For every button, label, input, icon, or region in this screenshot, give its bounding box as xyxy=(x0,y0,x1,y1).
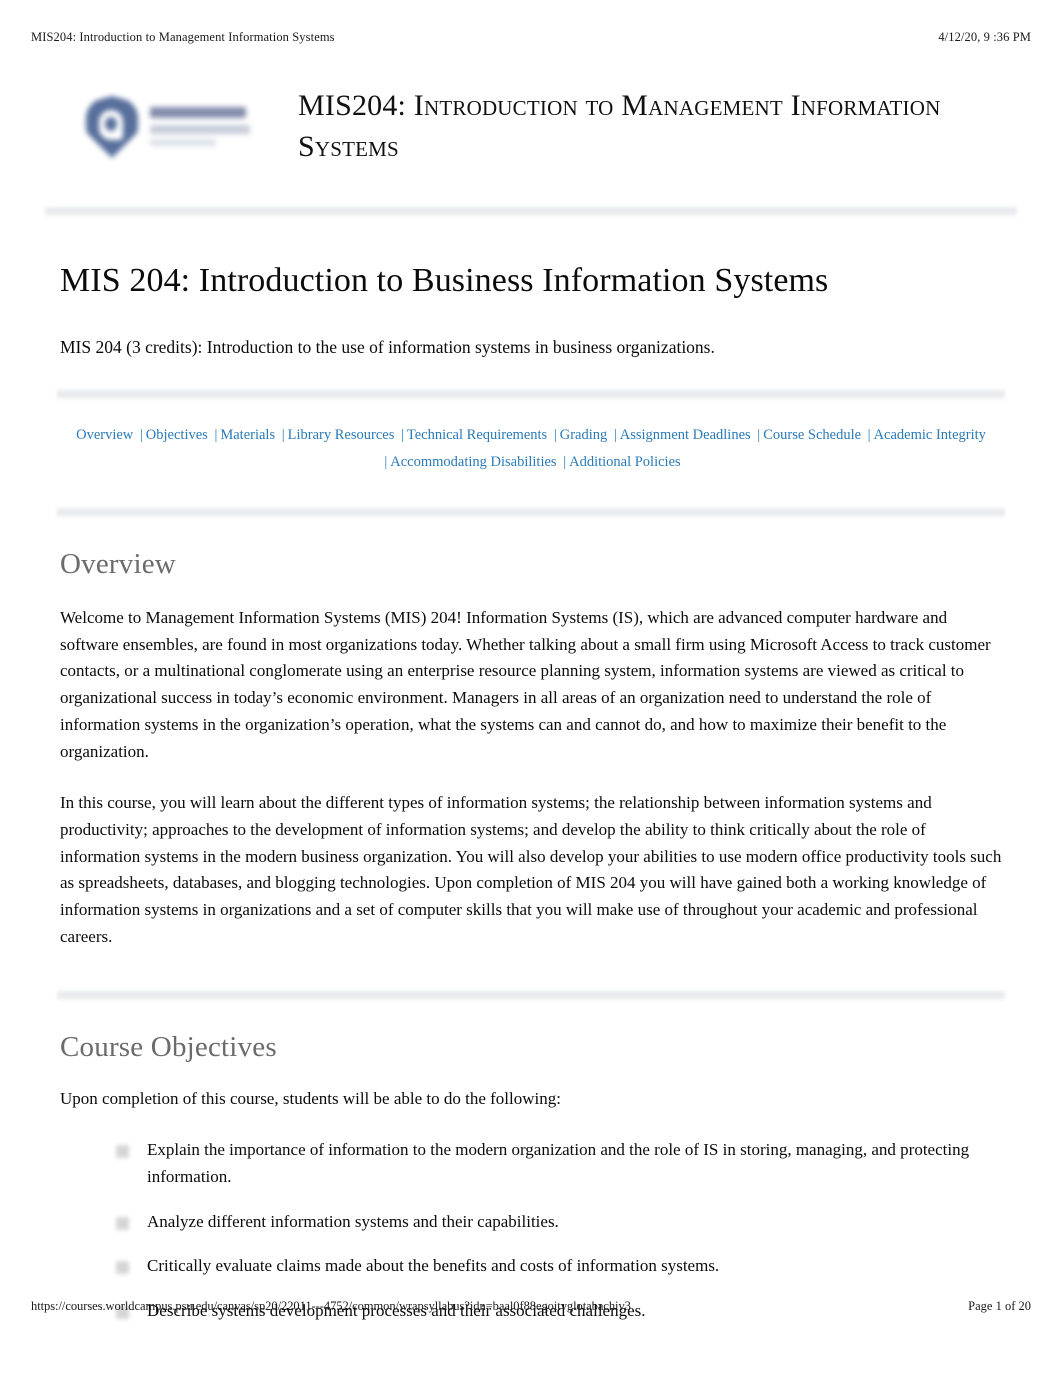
list-item: Analyze different information systems an… xyxy=(116,1209,1002,1236)
nav-separator: | xyxy=(613,427,617,444)
objectives-heading: Course Objectives xyxy=(60,1030,277,1063)
print-footer-page-number: Page 1 of 20 xyxy=(968,1298,1031,1313)
print-header: MIS204: Introduction to Management Infor… xyxy=(31,28,1031,46)
list-item-label: Analyze different information systems an… xyxy=(147,1211,559,1231)
list-item: Critically evaluate claims made about th… xyxy=(116,1253,1002,1280)
masthead-title: MIS204: Introduction to Management Infor… xyxy=(298,89,941,164)
nav-link-course-schedule[interactable]: Course Schedule xyxy=(763,427,861,443)
divider-rule-4 xyxy=(57,988,1005,1001)
page-title: MIS 204: Introduction to Business Inform… xyxy=(60,262,829,299)
nav-separator: | xyxy=(139,427,143,444)
nav-link-assignment-deadlines[interactable]: Assignment Deadlines xyxy=(620,427,751,443)
shield-icon xyxy=(86,96,138,158)
logo-wordmark-line-2 xyxy=(150,125,250,134)
bullet-icon xyxy=(116,1216,129,1230)
print-header-timestamp: 4/12/20, 9 :36 PM xyxy=(938,29,1031,44)
course-description: MIS 204 (3 credits): Introduction to the… xyxy=(60,336,715,357)
divider-rule-2 xyxy=(57,388,1005,401)
divider-rule-1 xyxy=(45,205,1017,217)
section-nav: Overview | Objectives | Materials | Library… xyxy=(60,422,1002,476)
nav-separator: | xyxy=(867,427,871,444)
nav-link-library-resources[interactable]: Library Resources xyxy=(288,427,395,443)
overview-paragraph-1: Welcome to Management Information System… xyxy=(60,607,991,761)
nav-link-accommodating-disabilities[interactable]: Accommodating Disabilities xyxy=(390,454,556,470)
nav-separator: | xyxy=(384,453,388,470)
masthead: MIS204: Introduction to Management Infor… xyxy=(0,85,1062,181)
overview-paragraph-2: In this course, you will learn about the… xyxy=(60,792,1002,947)
main-content: MIS 204: Introduction to Business Inform… xyxy=(0,261,1062,360)
nav-separator: | xyxy=(563,453,567,470)
section-nav-row-1: Overview | Objectives | Materials | Library… xyxy=(76,427,986,443)
logo-container xyxy=(78,85,258,165)
list-item: Explain the importance of information to… xyxy=(116,1137,1002,1191)
nav-content: Overview | Objectives | Materials | Library… xyxy=(0,422,1062,476)
nav-separator: | xyxy=(214,427,218,444)
nav-link-academic-integrity[interactable]: Academic Integrity xyxy=(874,427,986,443)
overview-heading: Overview xyxy=(60,547,176,580)
nav-link-overview[interactable]: Overview xyxy=(76,427,133,443)
bullet-icon xyxy=(116,1261,129,1275)
nav-link-additional-policies[interactable]: Additional Policies xyxy=(569,454,681,470)
penn-state-world-campus-logo-icon xyxy=(78,93,253,165)
logo-wordmark-line-3 xyxy=(150,139,216,146)
overview-section: Overview Welcome to Management Informati… xyxy=(0,548,1062,951)
objectives-intro: Upon completion of this course, students… xyxy=(60,1088,561,1108)
objectives-section: Course Objectives Upon completion of thi… xyxy=(0,1031,1062,1325)
nav-separator: | xyxy=(553,427,557,444)
nav-link-grading[interactable]: Grading xyxy=(560,427,608,443)
list-item-label: Critically evaluate claims made about th… xyxy=(147,1256,720,1276)
print-footer: https://courses.worldcampus.psu.edu/canv… xyxy=(31,1297,1031,1315)
nav-link-materials[interactable]: Materials xyxy=(220,427,275,443)
bullet-icon xyxy=(116,1144,129,1158)
section-nav-row-2: | Accommodating Disabilities | Additional … xyxy=(66,449,996,476)
nav-separator: | xyxy=(757,427,761,444)
divider-rule-3 xyxy=(57,505,1005,518)
nav-separator: | xyxy=(281,427,285,444)
logo-wordmark-line-1 xyxy=(150,107,246,118)
nav-separator: | xyxy=(400,427,404,444)
nav-link-technical-requirements[interactable]: Technical Requirements xyxy=(407,427,547,443)
page-content: MIS204: Introduction to Management Infor… xyxy=(0,85,1062,1343)
print-footer-url: https://courses.worldcampus.psu.edu/canv… xyxy=(31,1298,631,1313)
list-item-label: Explain the importance of information to… xyxy=(147,1139,970,1186)
print-header-title: MIS204: Introduction to Management Infor… xyxy=(31,29,335,44)
nav-link-objectives[interactable]: Objectives xyxy=(146,427,208,443)
